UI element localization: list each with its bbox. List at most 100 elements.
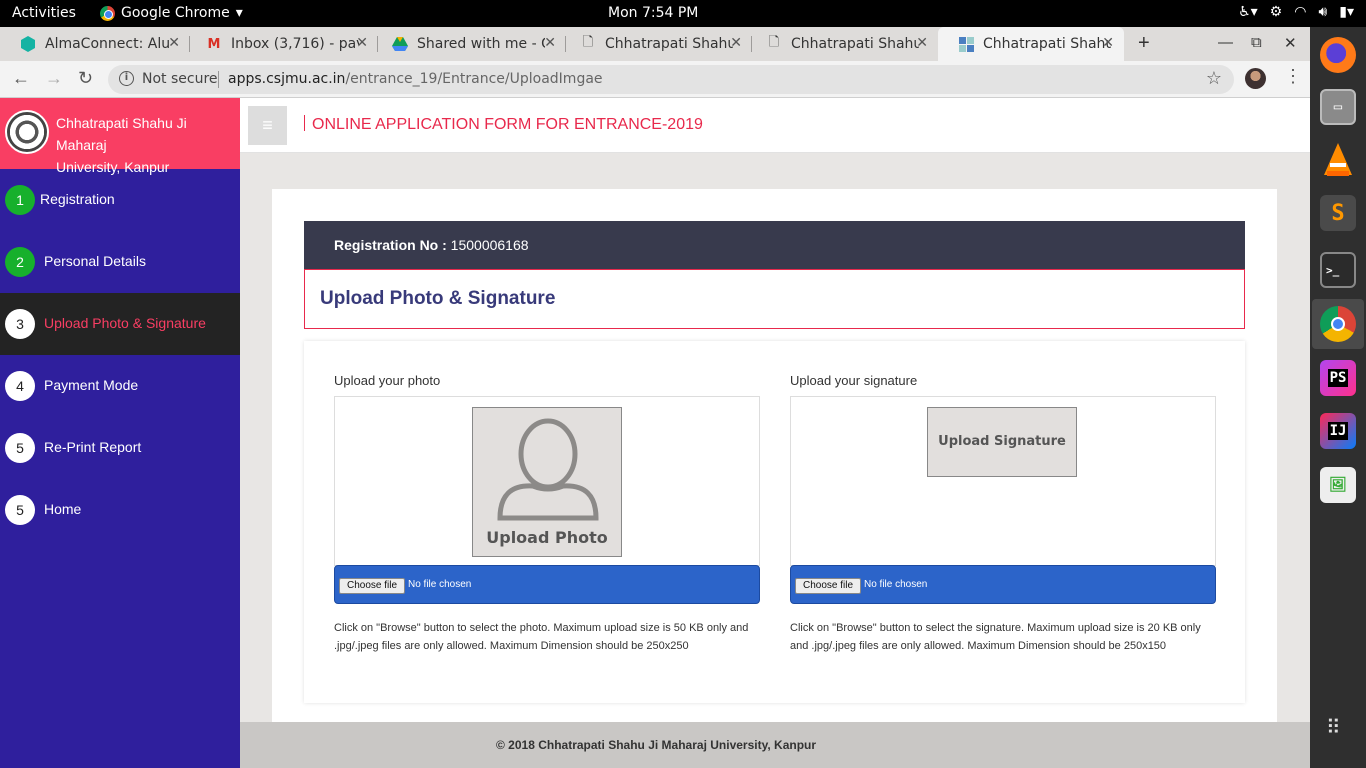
sidebar-item-payment-mode[interactable]: 4 Payment Mode: [0, 355, 240, 417]
university-seal-logo: [5, 110, 49, 154]
gnome-extension-icon[interactable]: ⚙: [1270, 4, 1283, 20]
chrome-icon[interactable]: [1320, 306, 1356, 342]
sidebar-item-label: Personal Details: [44, 253, 146, 269]
signature-choose-file-button[interactable]: Choose file: [795, 578, 861, 594]
photo-file-input[interactable]: Choose file No file chosen: [334, 565, 760, 604]
profile-avatar[interactable]: [1245, 68, 1266, 89]
firefox-icon[interactable]: [1320, 37, 1356, 73]
info-icon[interactable]: i: [119, 71, 134, 86]
sidebar-item-reprint-report[interactable]: 5 Re-Print Report: [0, 417, 240, 479]
document-icon: 🗋: [768, 35, 780, 50]
security-label[interactable]: Not secure: [142, 71, 218, 87]
terminal-icon[interactable]: >_: [1320, 252, 1356, 288]
back-icon[interactable]: ←: [12, 68, 30, 89]
tab-csjmu-1[interactable]: 🗋 Chhatrapati Shahu ✕: [560, 27, 752, 61]
tab-csjmu-active[interactable]: Chhatrapati Shahu ✕: [938, 27, 1124, 61]
tab-strip: AlmaConnect: Alu ✕ M Inbox (3,716) - pav…: [0, 27, 1310, 61]
step-number: 5: [5, 495, 35, 525]
reload-icon[interactable]: ↻: [78, 68, 93, 89]
upload-panel: Upload your photo Upload Photo Choose fi…: [304, 341, 1245, 703]
url-text[interactable]: apps.csjmu.ac.in/entrance_19/Entrance/Up…: [228, 71, 603, 87]
new-tab-button[interactable]: +: [1138, 32, 1150, 55]
step-number: 5: [5, 433, 35, 463]
content-card: Registration No : 1500006168 Upload Phot…: [272, 189, 1277, 729]
hamburger-menu-icon[interactable]: ≡: [248, 106, 287, 145]
web-page: Chhatrapati Shahu Ji Maharaj University,…: [0, 98, 1310, 768]
tab-title: Chhatrapati Shahu: [791, 36, 919, 52]
sidebar-item-home[interactable]: 5 Home: [0, 479, 240, 541]
tab-title: Shared with me - G: [417, 36, 545, 52]
step-number: 4: [5, 371, 35, 401]
user-silhouette-icon: [497, 418, 599, 521]
intellij-icon[interactable]: IJ: [1320, 413, 1356, 449]
bookmark-star-icon[interactable]: ☆: [1206, 68, 1222, 89]
app-menu-label: Google Chrome: [121, 5, 230, 21]
url-path: /entrance_19/Entrance/UploadImgae: [345, 71, 603, 87]
sublime-text-icon[interactable]: S: [1320, 195, 1356, 231]
phpstorm-icon[interactable]: PS: [1320, 360, 1356, 396]
gmail-icon: M: [207, 36, 221, 52]
tab-title: Chhatrapati Shahu: [605, 36, 733, 52]
minimize-icon[interactable]: —: [1218, 34, 1233, 51]
photo-choose-file-button[interactable]: Choose file: [339, 578, 405, 594]
signature-file-input[interactable]: Choose file No file chosen: [790, 565, 1216, 604]
tab-csjmu-2[interactable]: 🗋 Chhatrapati Shahu ✕: [746, 27, 938, 61]
activities-button[interactable]: Activities: [12, 5, 76, 21]
tab-title: Inbox (3,716) - pav: [231, 36, 359, 52]
sidebar-item-upload-photo-signature[interactable]: 3 Upload Photo & Signature: [0, 293, 240, 355]
signature-no-file-text: No file chosen: [864, 579, 928, 590]
registration-label: Registration No :: [334, 237, 447, 253]
address-bar[interactable]: i Not secure apps.csjmu.ac.in/entrance_1…: [108, 65, 1234, 94]
forward-icon[interactable]: →: [45, 68, 63, 89]
tab-drive[interactable]: Shared with me - G ✕: [372, 27, 566, 61]
section-title: Upload Photo & Signature: [320, 288, 556, 309]
close-icon[interactable]: ✕: [356, 35, 368, 51]
restore-icon[interactable]: ⧉: [1251, 34, 1262, 51]
wifi-icon: ◠: [1294, 4, 1307, 20]
close-icon[interactable]: ✕: [1102, 35, 1114, 51]
sidebar-item-registration[interactable]: 1 Registration: [0, 169, 240, 231]
photo-placeholder-text: Upload Photo: [486, 528, 608, 547]
chrome-icon: [100, 5, 115, 21]
signature-preview-frame: Upload Signature: [790, 396, 1216, 566]
system-tray[interactable]: ♿▾ ⚙ ◠ 🔊︎ ▮▾: [1238, 4, 1354, 20]
sidebar-item-personal-details[interactable]: 2 Personal Details: [0, 231, 240, 293]
tab-title: AlmaConnect: Alu: [45, 36, 171, 52]
browser-toolbar: ← → ↻ i Not secure apps.csjmu.ac.in/entr…: [0, 61, 1310, 98]
sidebar-item-label: Payment Mode: [44, 377, 139, 393]
almaconnect-hex-icon: [20, 36, 36, 52]
app-menu[interactable]: Google Chrome ▾: [100, 5, 243, 21]
step-number: 3: [5, 309, 35, 339]
section-header: Upload Photo & Signature: [304, 269, 1245, 329]
sidebar-item-label: Upload Photo & Signature: [44, 315, 206, 331]
close-icon[interactable]: ✕: [544, 35, 556, 51]
gnome-top-bar: Activities Google Chrome ▾ Mon 7:54 PM ♿…: [0, 0, 1366, 27]
tab-almaconnect[interactable]: AlmaConnect: Alu ✕: [0, 27, 190, 61]
clock[interactable]: Mon 7:54 PM: [608, 5, 698, 21]
close-icon[interactable]: ✕: [168, 35, 180, 51]
show-applications-icon[interactable]: ⠿: [1326, 718, 1342, 738]
registration-number: 1500006168: [450, 237, 529, 253]
step-number: 1: [5, 185, 35, 215]
image-viewer-icon[interactable]: 🖼︎: [1320, 467, 1356, 503]
accessibility-icon[interactable]: ♿▾: [1238, 4, 1258, 20]
tab-title: Chhatrapati Shahu: [983, 36, 1111, 52]
url-domain: apps.csjmu.ac.in: [228, 71, 346, 87]
sidebar-item-label: Re-Print Report: [44, 439, 142, 455]
kebab-menu-icon[interactable]: ⋮: [1284, 66, 1302, 87]
close-window-icon[interactable]: ✕: [1284, 34, 1297, 52]
brand-line-1: Chhatrapati Shahu Ji Maharaj: [56, 115, 187, 153]
sidebar-item-label: Registration: [40, 191, 115, 207]
university-brand: Chhatrapati Shahu Ji Maharaj University,…: [0, 98, 240, 175]
close-icon[interactable]: ✕: [730, 35, 742, 51]
close-icon[interactable]: ✕: [916, 35, 928, 51]
files-icon[interactable]: ▭: [1320, 89, 1356, 125]
sidebar: Chhatrapati Shahu Ji Maharaj University,…: [0, 98, 240, 768]
drive-icon: [392, 36, 408, 52]
form-title: ONLINE APPLICATION FORM FOR ENTRANCE-201…: [304, 115, 703, 134]
tab-gmail[interactable]: M Inbox (3,716) - pav ✕: [186, 27, 378, 61]
vlc-icon[interactable]: [1320, 142, 1356, 178]
step-number: 2: [5, 247, 35, 277]
photo-help-text: Click on "Browse" button to select the p…: [334, 622, 749, 652]
signature-placeholder-text: Upload Signature: [938, 434, 1066, 449]
